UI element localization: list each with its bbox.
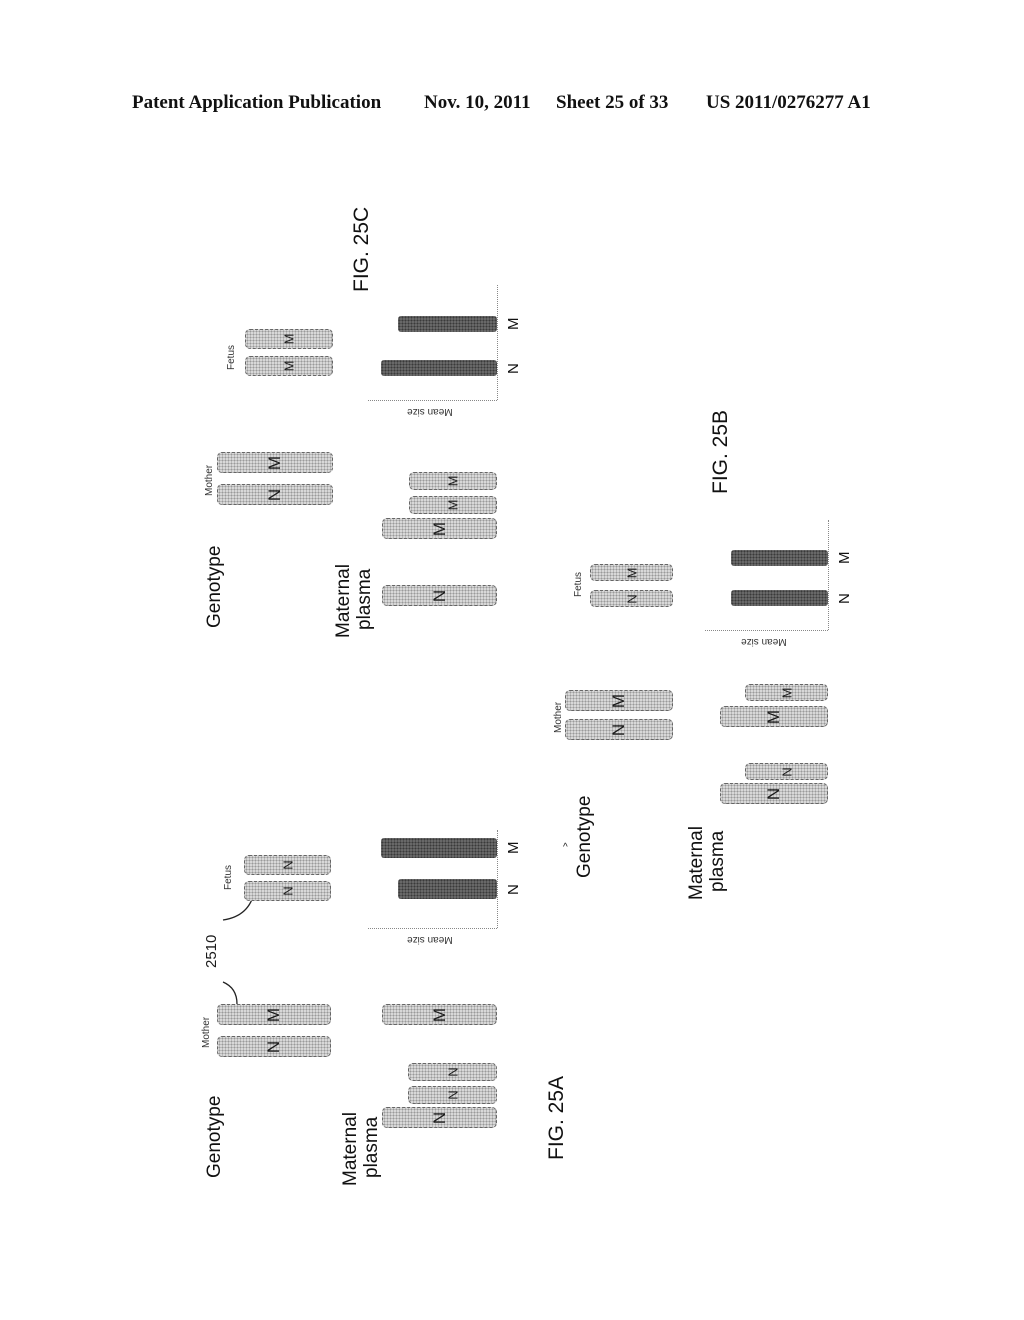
caret-mark: ^: [563, 842, 568, 853]
category-label-m: M: [505, 317, 522, 331]
allele-label: M: [265, 455, 284, 470]
plasma-fragment-n-short: N: [408, 1086, 497, 1104]
plasma-fragment-m-short: M: [409, 472, 497, 490]
allele-label: N: [764, 787, 783, 800]
bar-n: [731, 590, 828, 606]
plasma-fragment-m-long: M: [382, 518, 497, 539]
figure-label-25a: FIG. 25A: [545, 1075, 568, 1160]
publication-date: Nov. 10, 2011: [424, 92, 531, 113]
bar-m: [731, 550, 828, 566]
bar-n: [380, 360, 497, 376]
chromosome-mother-n: N: [565, 719, 673, 740]
allele-label: N: [445, 1090, 460, 1100]
plasma-fragment-n-long: N: [720, 783, 828, 804]
chromosome-fetus-m: M: [590, 564, 673, 581]
maternal-plasma-line1: Maternal: [686, 826, 707, 900]
maternal-plasma-line1: Maternal: [333, 564, 354, 638]
allele-label: N: [280, 886, 295, 896]
genotype-label: Genotype: [204, 545, 225, 628]
axis-label-mean-size: Mean size: [406, 406, 453, 417]
category-label-n: N: [505, 884, 522, 895]
allele-label: M: [429, 1007, 449, 1022]
axis-label-mean-size: Mean size: [406, 934, 453, 945]
mother-label: Mother: [204, 464, 215, 496]
category-label-m: M: [505, 841, 522, 855]
plasma-fragment-m-short: M: [745, 684, 828, 701]
bar-m: [398, 316, 497, 332]
maternal-plasma-line2: plasma: [707, 830, 728, 892]
allele-label: M: [445, 475, 461, 487]
maternal-plasma-line1: Maternal: [340, 1112, 361, 1186]
chromosome-mother-n: N: [217, 484, 333, 505]
maternal-plasma-label: Maternal plasma: [686, 826, 728, 900]
bar-m: [380, 838, 497, 858]
allele-label: N: [779, 766, 794, 777]
allele-label: M: [609, 693, 628, 708]
chromosome-fetus-2: N: [244, 855, 331, 875]
value-axis: [368, 400, 497, 401]
category-label-n: N: [836, 593, 853, 604]
chromosome-mother-m: M: [565, 690, 673, 711]
allele-label: M: [764, 709, 783, 724]
allele-label: N: [445, 1067, 460, 1077]
allele-label: N: [264, 1040, 283, 1053]
sheet-number: Sheet 25 of 33: [556, 92, 669, 113]
fetus-label: Fetus: [226, 344, 237, 370]
maternal-plasma-line2: plasma: [354, 568, 375, 630]
plasma-fragment-n-long: N: [382, 1107, 497, 1128]
category-label-n: N: [505, 363, 522, 374]
allele-label: N: [624, 593, 639, 604]
category-axis: [497, 830, 498, 928]
allele-label: M: [624, 567, 639, 578]
genotype-label: Genotype: [574, 795, 595, 878]
leader-line-mother: [222, 981, 238, 1005]
allele-label: N: [609, 723, 628, 736]
chromosome-fetus-m: M: [245, 329, 333, 349]
chromosome-mother-m: M: [217, 1004, 331, 1025]
plasma-fragment-m-long: M: [720, 706, 828, 727]
plasma-fragment-n-short: N: [408, 1063, 497, 1081]
genotype-label: Genotype: [204, 1095, 225, 1178]
chromosome-mother-m: M: [217, 452, 333, 473]
chromosome-fetus-n: N: [590, 590, 673, 607]
axis-label-mean-size: Mean size: [740, 636, 787, 647]
allele-label: M: [281, 360, 297, 372]
chromosome-mother-n: N: [217, 1036, 331, 1057]
patent-number: US 2011/0276277 A1: [706, 92, 871, 113]
category-axis: [828, 520, 829, 630]
bar-n: [398, 879, 497, 899]
allele-label: N: [265, 488, 284, 501]
category-axis: [497, 285, 498, 400]
publication-title: Patent Application Publication: [132, 92, 382, 113]
allele-label: M: [445, 499, 461, 511]
mother-label: Mother: [553, 701, 564, 733]
plasma-fragment-n-short: N: [745, 763, 828, 780]
value-axis: [705, 630, 828, 631]
allele-label: N: [280, 860, 295, 870]
plasma-fragment-n-long: N: [382, 585, 497, 606]
maternal-plasma-label: Maternal plasma: [333, 564, 375, 638]
figure-label-25c: FIG. 25C: [350, 206, 373, 292]
allele-label: N: [429, 589, 449, 602]
fetus-label: Fetus: [573, 571, 584, 597]
category-label-m: M: [836, 551, 853, 565]
plasma-fragment-m-long: M: [382, 1004, 497, 1025]
chromosome-fetus-1: N: [244, 881, 331, 901]
plasma-fragment-m-short: M: [409, 496, 497, 514]
figure-label-25b: FIG. 25B: [709, 409, 732, 494]
value-axis: [368, 928, 497, 929]
maternal-plasma-line2: plasma: [361, 1116, 382, 1178]
allele-label: M: [779, 687, 794, 698]
allele-label: M: [429, 521, 449, 536]
allele-label: M: [281, 333, 297, 345]
mother-label: Mother: [201, 1016, 212, 1048]
allele-label: M: [264, 1007, 283, 1022]
chromosome-fetus-m: M: [245, 356, 333, 376]
maternal-plasma-label: Maternal plasma: [340, 1112, 382, 1186]
allele-label: N: [429, 1111, 449, 1124]
